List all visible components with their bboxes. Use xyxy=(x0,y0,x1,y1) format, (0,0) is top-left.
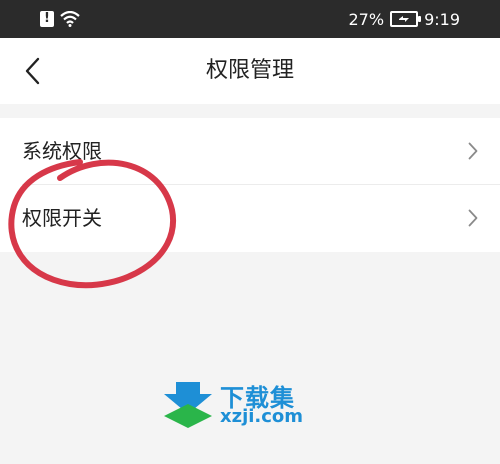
chevron-right-icon xyxy=(468,142,478,160)
wifi-icon xyxy=(60,11,80,27)
alert-icon xyxy=(40,10,54,28)
status-bar: 27% 9:19 xyxy=(0,0,500,38)
clock: 9:19 xyxy=(424,9,460,29)
back-button[interactable] xyxy=(14,53,50,89)
watermark-logo: 下载集 xzji.com xyxy=(162,378,312,430)
list-item-label: 权限开关 xyxy=(22,206,102,230)
app-header: 权限管理 xyxy=(0,38,500,104)
chevron-left-icon xyxy=(25,57,40,85)
list-item-system-permissions[interactable]: 系统权限 xyxy=(0,118,500,185)
download-arrow-icon xyxy=(164,382,212,428)
page-title: 权限管理 xyxy=(205,58,294,83)
settings-list: 系统权限 权限开关 xyxy=(0,118,500,252)
screen: 27% 9:19 权限管理 系统权限 权限开关 xyxy=(0,0,500,464)
status-left xyxy=(40,10,80,28)
list-item-label: 系统权限 xyxy=(22,139,102,163)
battery-charging-icon xyxy=(390,11,422,27)
battery-percent: 27% xyxy=(348,9,385,29)
list-item-permission-switch[interactable]: 权限开关 xyxy=(0,185,500,251)
watermark-domain: xzji.com xyxy=(220,406,304,427)
chevron-right-icon xyxy=(468,209,478,227)
status-right: 27% 9:19 xyxy=(349,8,461,30)
